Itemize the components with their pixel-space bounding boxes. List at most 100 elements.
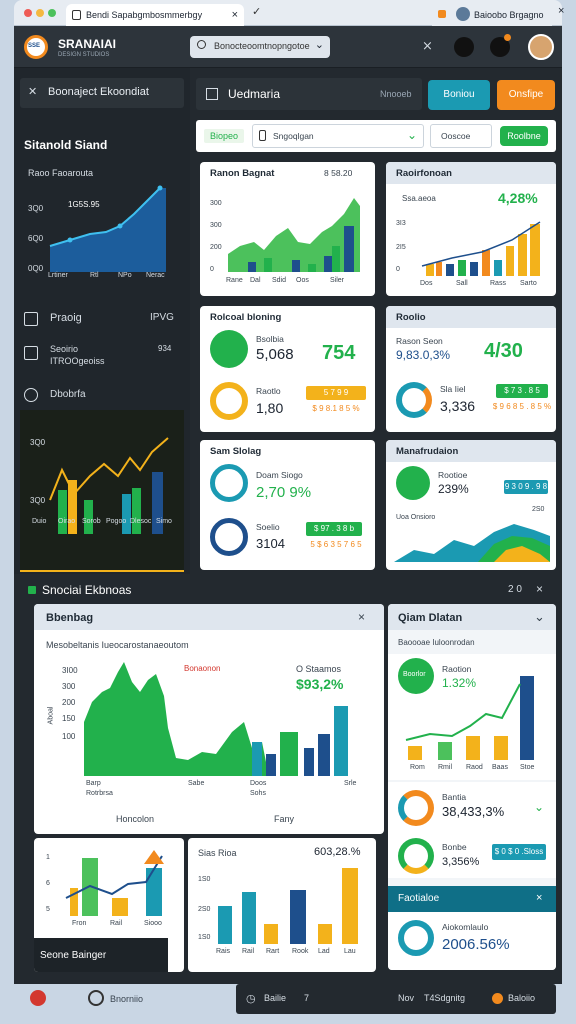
tools-title: Boonaject Ekoondiat — [48, 86, 149, 98]
bar-chart-xtick: Pogoo — [106, 518, 127, 525]
progress-ring-icon — [210, 382, 248, 420]
card-manafrudaion: Manafrudaion Rootioe 239% 9 3 0 9 . 9 8 … — [386, 440, 556, 570]
bar-chart-ytick: 3Q0 — [30, 496, 46, 505]
card-title: Sam Slolag — [210, 446, 262, 457]
browser-tabbar: Bendi Sapabgmbosmmerbgy × ✓ Baioobo Brga… — [14, 0, 564, 26]
sidebar-bar-chart-panel: 3Q0 3Q0 Duio Oirao Sorob Pogoo Dlesoc Si… — [20, 410, 184, 572]
status-left: Bnorniio — [110, 994, 144, 1004]
y-tick: 0 — [210, 266, 214, 273]
settings-icon[interactable] — [454, 37, 474, 57]
sidebar-chart-ytick: 6Q0 — [28, 234, 44, 243]
orange-button[interactable]: Onsfipe — [497, 80, 555, 110]
play-icon[interactable] — [88, 990, 104, 1006]
main-tab[interactable]: Uedmaria Nnooeb — [196, 78, 422, 110]
window-minimize-dot[interactable] — [36, 9, 44, 17]
record-icon[interactable] — [30, 990, 46, 1006]
toast: Seone Bainger — [34, 938, 168, 972]
row-label: Bsolbia — [256, 334, 284, 344]
card-roolio: Roolio Rason Seon 9,83.0,3% 4/30 Sla Iie… — [386, 306, 556, 432]
sidebar-chart-title: Sitanold Siand — [24, 138, 108, 152]
chevron-down-icon[interactable]: ⌄ — [534, 609, 545, 625]
primary-button[interactable]: Boniou — [428, 80, 490, 110]
globe-icon — [24, 388, 38, 402]
browser-tab-active[interactable]: Bendi Sapabgmbosmmerbgy × — [66, 4, 244, 26]
x-tick: Sarto — [520, 280, 537, 287]
row-value: 1,80 — [256, 400, 284, 416]
close-icon[interactable]: × — [536, 892, 542, 904]
sidebar-item-praoig[interactable]: Praoig IPVG — [20, 308, 184, 330]
value-pill: 9 3 0 9 . 9 8 — [504, 480, 548, 494]
card-header: Faotialoe × — [388, 886, 556, 912]
sidebar-item-value: IPVG — [150, 312, 174, 323]
status-panel: ◷ Bailie 7 Nov T4Sdgnitg Baloiio — [236, 984, 556, 1014]
close-icon[interactable]: × — [536, 582, 543, 596]
donut-icon — [396, 382, 432, 418]
y-tick: 200 — [62, 698, 76, 707]
brand-logo[interactable]: SSE — [24, 35, 48, 59]
avatar — [456, 7, 470, 21]
card-footer-left: Honcolon — [116, 814, 155, 824]
y-tick: 300 — [62, 682, 76, 691]
apply-button[interactable]: Roolbne — [500, 126, 548, 146]
card-title: Ranon Bagnat — [210, 168, 275, 179]
y-tick: 3I3 — [396, 220, 406, 227]
x-tick: Stoe — [520, 764, 535, 771]
window-close-icon[interactable]: × — [558, 5, 564, 17]
row-value: 239% — [438, 482, 469, 496]
donut-icon — [210, 330, 248, 368]
x-sub-label: Sohs — [250, 790, 266, 797]
row-value: 3104 — [256, 536, 285, 551]
sidebar-item-label: Seoirio — [50, 344, 79, 354]
big-card-chart — [84, 662, 348, 776]
window-zoom-dot[interactable] — [48, 9, 56, 17]
x-tick: Lad — [318, 948, 330, 955]
file-icon — [259, 130, 266, 141]
chevron-down-icon[interactable]: ⌄ — [407, 128, 417, 142]
chevron-down-icon[interactable]: ⌄ — [534, 800, 544, 814]
sidebar-chart-ytick: 3Q0 — [28, 204, 44, 213]
row-big-value: 754 — [322, 342, 356, 364]
x-sub-label: Rotrbrsa — [86, 790, 113, 797]
sidebar-tool-header[interactable]: ✕ Boonaject Ekoondiat — [20, 78, 184, 108]
sidebar-item-value: 934 — [158, 344, 172, 353]
browser-tab-profile[interactable]: Baioobo Brgagno — [432, 4, 552, 26]
filter-button[interactable]: Ooscoe — [430, 124, 492, 148]
value-pill: $ 97 . 3 8 b — [306, 522, 362, 536]
row-label: Bantia — [442, 792, 467, 802]
value-pill: $ 7 3 . 8 5 — [496, 384, 548, 398]
x-tick: Barp — [86, 780, 101, 787]
x-tick: Rart — [266, 948, 280, 955]
x-tick: Rom — [410, 764, 425, 771]
user-avatar[interactable] — [528, 34, 554, 60]
card-title: Roolio — [396, 312, 426, 323]
sidebar-item-dbobrfa[interactable]: Dbobrfa — [20, 384, 184, 406]
grid-icon — [206, 88, 218, 100]
window-close-dot[interactable] — [24, 9, 32, 17]
filter-select[interactable]: Sngoqlgan ⌄ — [252, 124, 424, 148]
tools-icon: ✕ — [28, 86, 38, 98]
x-tick: Siler — [330, 277, 345, 284]
chevron-down-icon[interactable]: ⌄ — [315, 38, 324, 51]
sidebar-item-label: Dbobrfa — [50, 389, 86, 400]
search-input[interactable]: Bonocteoomtnopngotoe ⌄ — [190, 36, 330, 58]
bar-chart-xtick: Oirao — [58, 518, 76, 525]
y-tick: 0 — [396, 266, 400, 273]
new-tab-icon[interactable]: ✓ — [252, 5, 261, 18]
sidebar-item-seoirio[interactable]: Seoirio ITROOgeoiss 934 — [20, 342, 184, 370]
status-dot-icon — [492, 993, 503, 1004]
tab-close-icon[interactable]: × — [232, 4, 238, 26]
card-close-icon[interactable]: × — [358, 610, 365, 624]
flame-icon — [438, 10, 446, 18]
x-tick: Sall — [456, 280, 468, 287]
card-title: Bbenbag — [46, 612, 94, 624]
x-tick: Oos — [296, 277, 309, 284]
status-mid: Bailie — [264, 993, 287, 1003]
filter-button-label: Ooscoe — [441, 131, 471, 141]
close-x-icon[interactable]: ⨯ — [422, 38, 433, 54]
document-icon — [24, 346, 38, 360]
row-label: Soelio — [256, 522, 280, 532]
row-value: 9,83.0,3% — [396, 348, 451, 362]
row-label: Rason Seon — [396, 336, 443, 346]
bar-chart-xtick: Dlesoc — [130, 518, 152, 525]
card-title: Faotialoe — [398, 893, 440, 904]
